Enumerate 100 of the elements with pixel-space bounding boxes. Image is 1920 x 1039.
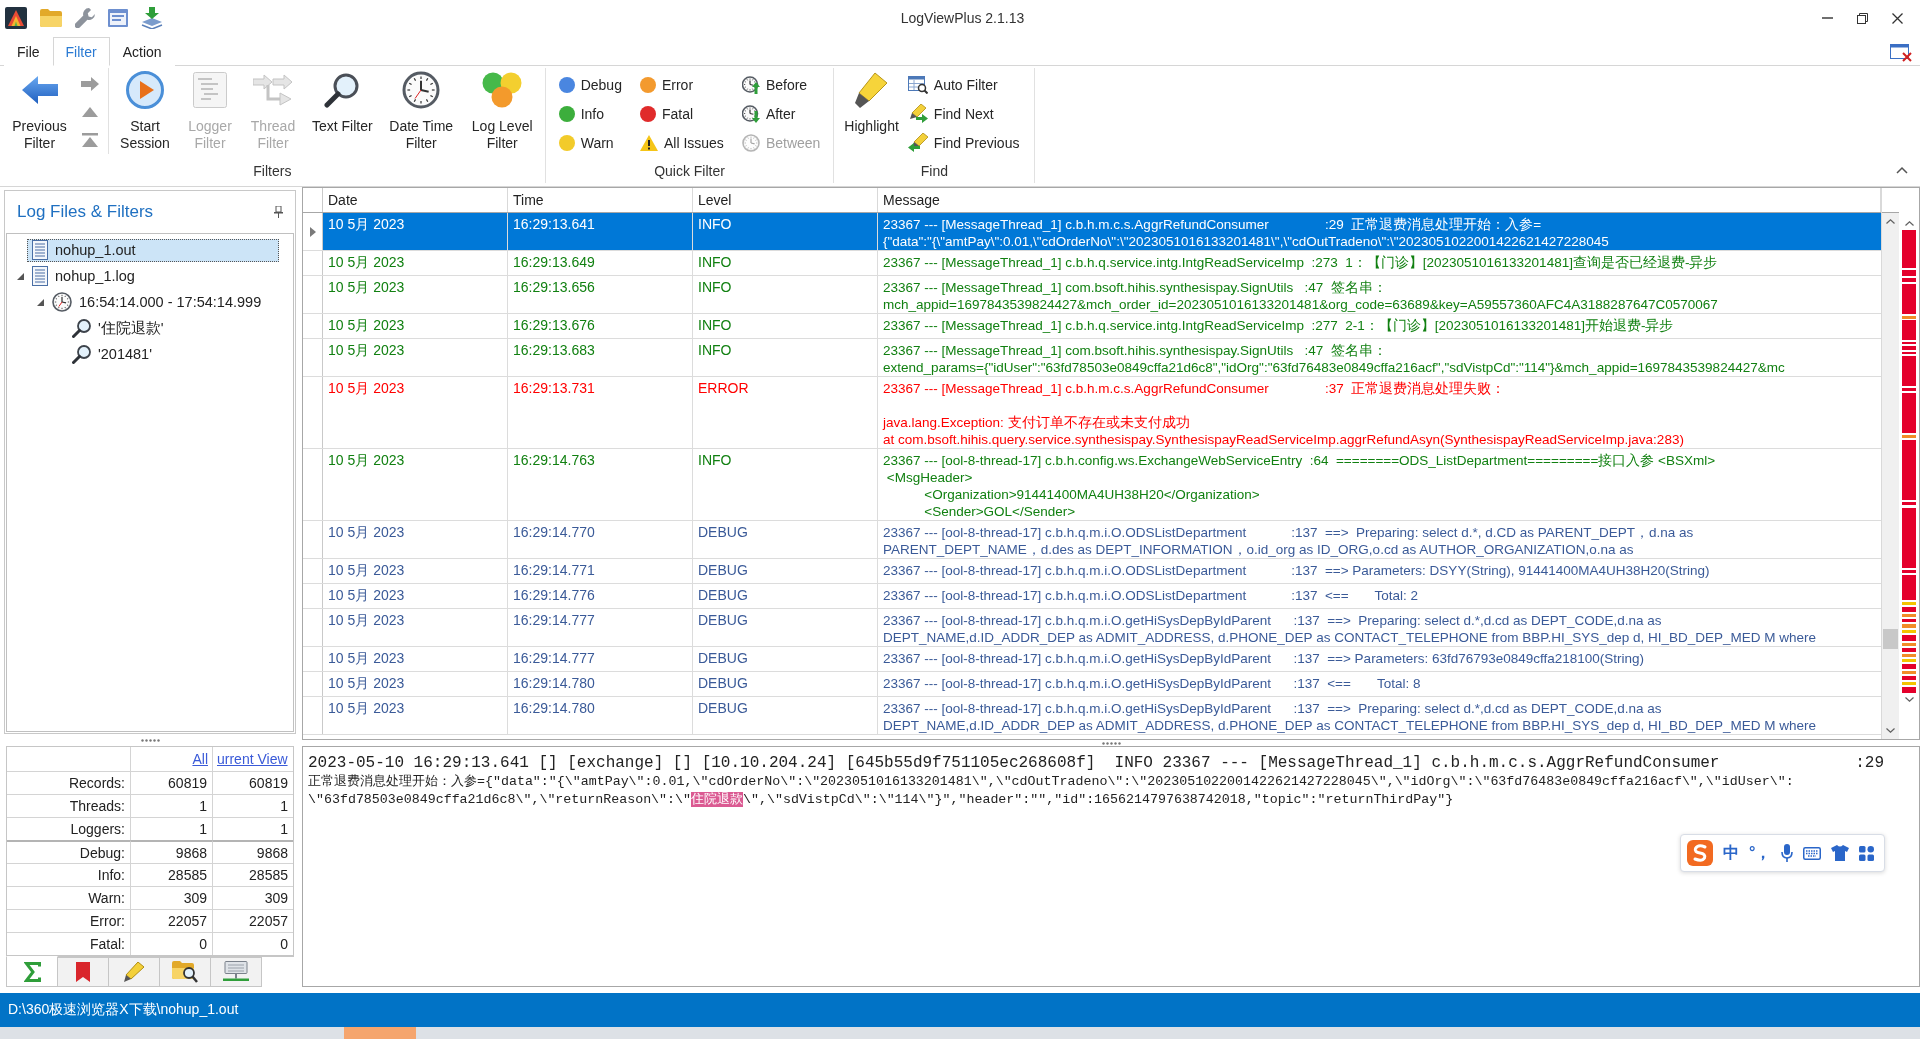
time-cell: 16:29:13.656 [508,276,693,313]
message-cell-text: 23367 --- [MessageThread_1] com.bsoft.hihis.synthesispay.SignUtils :47 签名串： mch_appid=1697843539824427&mch_order_id=2023051016133201481&org_code=63689&key=A59557360AFC4A3188287647C0570067 [882,279,1719,313]
bookmark-icon [76,962,90,982]
column-header[interactable]: Message [878,188,1881,212]
window-form-icon[interactable] [108,9,128,27]
quick-filter-button[interactable]: Error [637,70,726,99]
message-cell-text: 23367 --- [ool-8-thread-17] c.b.h.q.m.i.O.getHiSysDepByIdParent :137 ==> Parameters: 63fd76793e0849cffa218100(String) [882,650,1646,668]
message-cell-text: 23367 --- [MessageThread_1] c.b.h.m.c.s.AggrRefundConsumer :29 正常退费消息处理开始：入参= {"data":"{\"amtPay\":0.01,\"cdOrderNo\":\"2023051016133201481\",\"cdOutTradeno\":\"2023051022001422621427228045 [882,216,1610,250]
log-entry-header: 2023-05-10 16:29:13.641 [] [exchange] [] [10.10.204.24] [645b55d9f751105ec268608f] INFO 23367 --- [MessageThread_1] c.b.h.m.c.s.AggrRefundConsumer [308,753,1720,773]
wrench-icon[interactable] [75,8,95,28]
ribbon-group-label: Quick Filter [653,163,726,181]
document-lines-icon [193,72,227,108]
stat-value: 22057 [213,909,293,932]
tree-item[interactable]: nohup_1.out [27,238,279,262]
scroll-up-icon[interactable] [1886,219,1895,224]
ruler-down-icon[interactable] [1904,697,1914,702]
tree-item[interactable]: nohup_1.log [27,264,142,288]
source-line-text: :29 [1855,753,1884,773]
splitter-grip-icon[interactable] [140,738,160,742]
restore-icon[interactable] [1857,12,1868,24]
sigma-icon [23,961,41,982]
time-cell: 16:29:13.731 [508,377,693,448]
level-cell: ERROR [693,377,878,448]
microphone-icon[interactable] [1781,844,1794,862]
document-icon [32,266,48,286]
stat-label: Threads: [7,794,131,817]
ruler-up-icon[interactable] [1904,221,1914,226]
clock-icon [52,292,72,312]
stat-value: 9868 [213,840,293,863]
play-circle-icon [126,71,164,109]
window-close-icon[interactable] [1890,43,1912,62]
panel-tab[interactable] [159,957,211,987]
stat-value: 60819 [131,771,213,794]
previous-filter-button[interactable]: Previous Filter [3,68,76,161]
stat-value: 309 [213,886,293,909]
close-icon[interactable] [1892,12,1903,24]
scrollbar-thumb[interactable] [1883,629,1898,649]
splitter-grip-icon[interactable] [1101,741,1121,745]
time-cell: 16:29:13.641 [508,213,693,250]
column-header[interactable]: Date [323,188,508,212]
shirt-icon[interactable] [1831,845,1850,861]
date-cell: 10 5月 2023 [323,559,508,583]
tree-item[interactable]: '住院退款' [67,316,171,340]
expand-toggle-icon[interactable] [36,298,44,306]
expand-toggle-icon[interactable] [16,272,24,280]
date-cell: 10 5月 2023 [323,672,508,696]
app-logo-icon[interactable] [5,7,27,29]
scroll-down-icon[interactable] [1886,728,1895,733]
auto-filter-button[interactable]: Auto Filter [905,70,1022,99]
message-cell-text: 23367 --- [ool-8-thread-17] c.b.h.q.m.i.O.getHiSysDepByIdParent :137 ==> Preparing: select d.*,d.cd as DEPT_CODE,d.na as DEPT_NAME,d.ID_ADDR_DEP as ADMIT_ADDRESS, d.PHONE_DEP as CONTACT_TELEPHONE from BBP.HI_SYS_dep d, HI_BD_DEP_MED M where [882,612,1818,646]
highlighter-left-arrow-icon [907,133,928,152]
date-time-filter-button[interactable]: Date Time Filter [379,68,463,161]
quick-filter-button[interactable]: Fatal [637,99,726,128]
file-path-text: D:\360极速浏览器X下载\nohup_1.out [8,1001,239,1019]
current-row-pointer-icon [309,226,316,237]
stat-label: Fatal: [7,932,131,955]
date-cell: 10 5月 2023 [323,314,508,338]
collapse-ribbon-icon[interactable] [1896,166,1908,174]
column-header[interactable]: Level [693,188,878,212]
find-previous-button[interactable]: Find Previous [905,128,1022,157]
stats-column-link[interactable]: All [192,751,208,767]
tree-item[interactable]: '201481' [67,342,159,366]
ime-logo-icon[interactable] [1687,840,1713,866]
text-filter-button[interactable]: Text Filter [305,68,380,161]
stat-value: 1 [213,817,293,840]
ime-punctuation-text[interactable]: °， [1749,842,1772,864]
find-next-button[interactable]: Find Next [905,99,1022,128]
stat-value: 9868 [131,840,213,863]
time-cell: 16:29:14.770 [508,521,693,558]
warning-icon [639,134,658,151]
keyboard-icon[interactable] [1803,846,1822,860]
stat-value: 60819 [213,771,293,794]
highlight-button[interactable]: Highlight [837,68,906,161]
apps-grid-icon[interactable] [1859,845,1875,861]
menu-tab[interactable]: Filter [52,37,110,66]
ime-mode-text[interactable]: 中 [1723,842,1739,864]
download-stack-icon[interactable] [141,7,163,29]
date-cell: 10 5月 2023 [323,647,508,671]
quick-filter-button[interactable]: After [739,99,823,128]
folder-search-icon [172,961,198,983]
stat-value: 28585 [213,863,293,886]
quick-filter-button[interactable]: All Issues [637,128,726,157]
log-level-filter-button[interactable]: Log Level Filter [462,68,542,161]
log-row[interactable] [323,213,1881,250]
quick-filter-button[interactable]: Debug [556,70,624,99]
stats-column-link[interactable]: urrent View [217,751,288,767]
tree-item[interactable]: 16:54:14.000 - 17:54:14.999 [47,290,269,314]
date-cell: 10 5月 2023 [323,339,508,376]
quick-filter-button[interactable]: Before [739,70,823,99]
clock-icon [741,133,760,152]
column-header[interactable]: Time [508,188,693,212]
quick-filter-button[interactable]: Info [556,99,624,128]
clock-icon [402,71,441,109]
date-cell: 10 5月 2023 [323,377,508,448]
start-session-button[interactable]: Start Session [111,68,179,161]
pin-icon[interactable] [274,206,283,218]
stat-value: 1 [131,817,213,840]
time-cell: 16:29:14.763 [508,449,693,520]
quick-filter-button[interactable]: Warn [556,128,624,157]
time-cell: 16:29:14.777 [508,609,693,646]
